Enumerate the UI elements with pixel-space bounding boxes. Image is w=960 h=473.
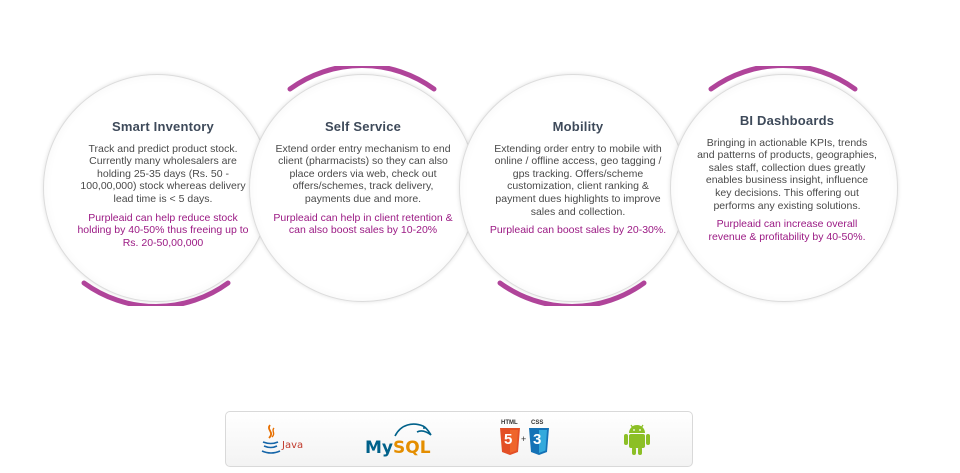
service-description: Extending order entry to mobile with onl… — [494, 142, 662, 218]
mysql-label-sql: SQL — [393, 438, 431, 458]
service-highlight: Purpleaid can boost sales by 20-30%. — [489, 224, 667, 237]
html5-number: 5 — [504, 431, 513, 448]
service-content-smart-inventory: Smart Inventory Track and predict produc… — [73, 119, 253, 249]
html5-css3-logo: HTML CSS 5 + 3 — [499, 420, 551, 460]
service-description: Extend order entry mechanism to end clie… — [275, 142, 451, 205]
css3-label: CSS — [531, 420, 544, 426]
service-title: Self Service — [324, 119, 402, 134]
java-icon — [261, 424, 281, 454]
mysql-logo: MySQL — [365, 420, 437, 460]
html5-label: HTML — [501, 420, 518, 426]
service-highlight: Purpleaid can help in client retention &… — [273, 211, 453, 237]
mysql-icon — [394, 423, 432, 437]
java-label: Java — [282, 440, 304, 451]
mysql-label-my: My — [365, 438, 393, 458]
android-icon — [624, 424, 650, 455]
services-section: Smart Inventory Track and predict produc… — [0, 0, 960, 400]
technology-logos-bar: Java MySQL HTML CSS 5 + 3 — [225, 411, 693, 467]
service-description: Track and predict product stock. Current… — [80, 142, 246, 205]
service-title: BI Dashboards — [739, 113, 835, 128]
service-content-bi-dashboards: BI Dashboards Bringing in actionable KPI… — [697, 113, 877, 243]
service-title: Smart Inventory — [112, 119, 214, 134]
plus-separator: + — [521, 434, 527, 444]
service-highlight: Purpleaid can increase overall revenue &… — [708, 218, 866, 243]
java-logo: Java — [260, 420, 312, 460]
service-title: Mobility — [552, 119, 604, 134]
service-highlight: Purpleaid can help reduce stock holding … — [77, 211, 249, 249]
service-content-mobility: Mobility Extending order entry to mobile… — [488, 119, 668, 237]
service-description: Bringing in actionable KPIs, trends and … — [697, 136, 877, 212]
android-logo — [622, 420, 652, 460]
mysql-label: MySQL — [365, 438, 431, 458]
service-content-self-service: Self Service Extend order entry mechanis… — [273, 119, 453, 237]
css3-number: 3 — [533, 431, 542, 448]
